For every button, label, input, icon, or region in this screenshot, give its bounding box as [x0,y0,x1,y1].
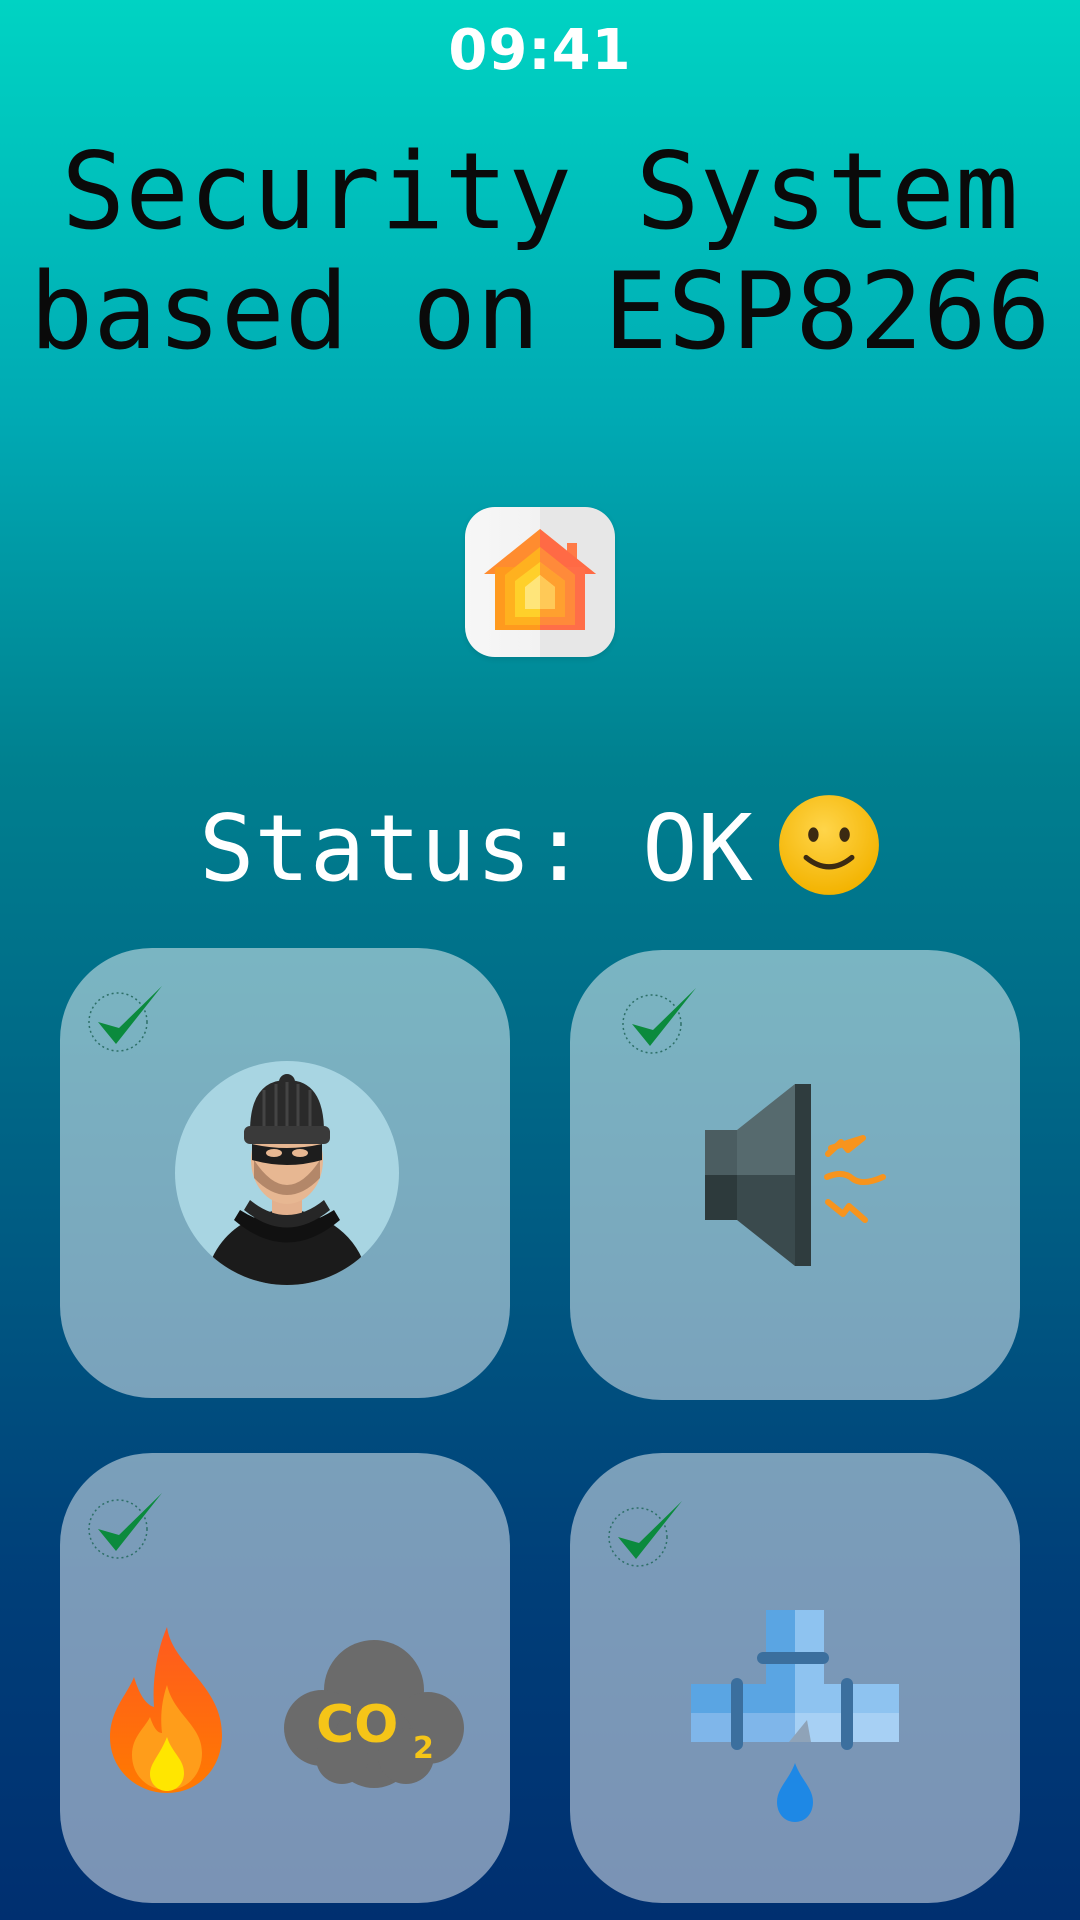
co2-subscript: 2 [413,1731,434,1766]
fire-icon [110,1627,222,1793]
water-leak-sensor-card[interactable] [570,1453,1020,1903]
status-bar-time: 09:41 [448,18,632,83]
checkmark-icon [88,986,162,1052]
page-title: Security System based on ESP8266 [0,132,1080,372]
intruder-sensor-card[interactable] [60,948,510,1398]
checkmark-icon [608,1501,682,1567]
title-line-2: based on ESP8266 [29,250,1051,373]
slightly-smiling-face-icon [779,794,879,895]
checkmark-icon [88,1493,162,1559]
home-app-icon[interactable] [465,507,615,657]
co2-cloud-icon: CO 2 [284,1640,464,1788]
water-leak-pipe-icon [691,1610,899,1822]
siren-card[interactable] [570,950,1020,1400]
checkmark-icon [622,988,696,1054]
system-status: Status: OK [0,794,1080,907]
home-icon [484,529,596,630]
fire-co2-sensor-card[interactable]: CO 2 [60,1453,510,1903]
co2-label: CO [316,1695,398,1755]
burglar-icon [175,1061,399,1285]
status-text: Status: OK [199,795,753,902]
title-line-1: Security System [61,130,1019,253]
speaker-icon [705,1084,886,1266]
